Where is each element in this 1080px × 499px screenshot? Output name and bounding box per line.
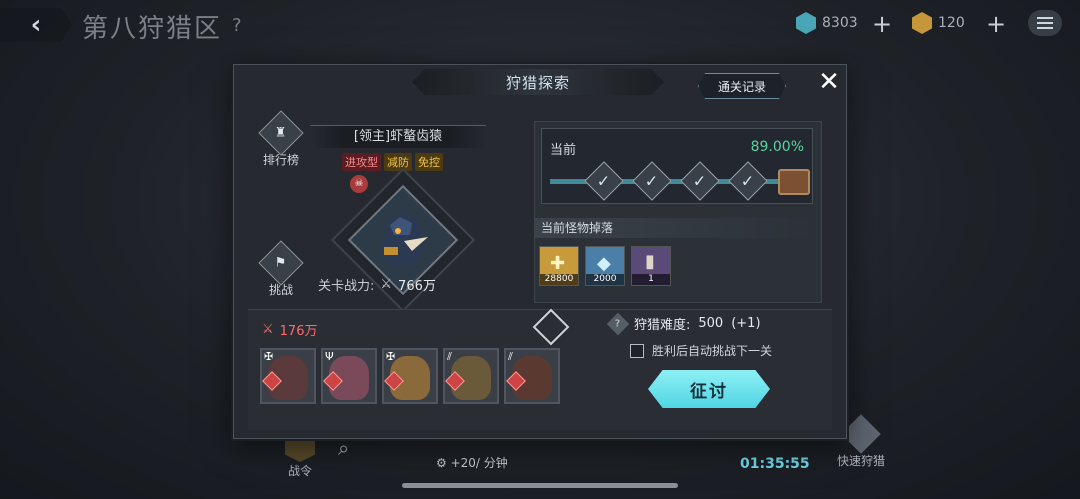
- flag-icon: ⚑: [275, 255, 287, 271]
- stage-power-label: 关卡战力:: [318, 279, 375, 294]
- bullet-icon: ▮: [645, 251, 655, 272]
- boss-portrait[interactable]: [370, 207, 432, 269]
- step-check-icon: ✓: [632, 161, 672, 201]
- drop-item-crystal[interactable]: ◆ 2000: [585, 246, 625, 286]
- progress-percent: 89.00%: [750, 139, 804, 155]
- auto-next-option[interactable]: 胜利后自动挑战下一关: [630, 342, 772, 359]
- team-member-slot[interactable]: ⫽: [504, 348, 560, 404]
- class-icon: ✠: [386, 350, 396, 363]
- hunt-explore-dialog: 狩猎探索 通关记录 ✕ ♜ 排行榜 ⚑ 挑战 [领主]虾螯齿猿 进攻型 减防 免…: [233, 64, 847, 439]
- blue-crystal-icon: ◆: [597, 253, 611, 274]
- boss-name: [领主]虾螯齿猿: [310, 125, 486, 148]
- ranking-button[interactable]: ♜ 排行榜: [258, 110, 304, 168]
- drop-quantity: 1: [632, 274, 670, 285]
- class-icon: ✠: [264, 350, 274, 363]
- help-icon[interactable]: ?: [232, 15, 242, 36]
- class-icon: ⫽: [447, 350, 452, 363]
- drop-item-gold[interactable]: ✚ 28800: [539, 246, 579, 286]
- crossed-swords-icon: ⚔: [380, 277, 393, 292]
- close-icon[interactable]: ✕: [814, 67, 844, 97]
- progress-box: 当前 89.00% ✓ ✓ ✓ ✓: [541, 128, 813, 204]
- class-icon: ⫽: [508, 350, 513, 363]
- team-members: ✠ Ψ ✠ ⫽ ⫽: [260, 348, 560, 404]
- gold-cross-icon: ✚: [550, 253, 566, 274]
- hunt-rate: ⚙ +20/ 分钟: [436, 456, 508, 470]
- home-indicator: [402, 483, 678, 488]
- tag-immune: 免控: [415, 153, 443, 171]
- challenge-button[interactable]: ⚑ 挑战: [258, 240, 304, 298]
- back-button[interactable]: ‹: [0, 8, 72, 42]
- team-member-slot[interactable]: ✠: [260, 348, 316, 404]
- drop-item-bullet[interactable]: ▮ 1: [631, 246, 671, 286]
- drops-list: ✚ 28800 ◆ 2000 ▮ 1: [539, 246, 671, 286]
- team-panel: ⚔ 176万 ✠ Ψ ✠ ⫽ ⫽ ? 狩猎难度: 500 (+1) 胜利后自动挑…: [248, 308, 832, 430]
- skull-icon: ☠: [350, 175, 368, 193]
- crossed-swords-icon: ⚔: [262, 322, 274, 337]
- step-check-icon: ✓: [584, 161, 624, 201]
- difficulty-value: 500: [698, 316, 724, 331]
- resource-crystal: 8303: [796, 10, 858, 36]
- menu-icon: [1037, 17, 1053, 19]
- difficulty-help-icon[interactable]: ?: [606, 312, 630, 335]
- quick-hunt-label: 快速狩猎: [836, 454, 885, 468]
- edit-team-icon[interactable]: [532, 308, 570, 346]
- dialog-title: 狩猎探索: [505, 73, 570, 92]
- difficulty-bonus: (+1): [731, 316, 761, 331]
- gear-icon: ⚙: [436, 456, 451, 470]
- quick-hunt-icon: [841, 414, 881, 454]
- drop-quantity: 2000: [586, 274, 624, 285]
- team-power-value: 176万: [279, 324, 318, 339]
- step-check-icon: ✓: [680, 161, 720, 201]
- team-power: ⚔ 176万: [262, 320, 317, 339]
- team-member-slot[interactable]: ⫽: [443, 348, 499, 404]
- drop-quantity: 28800: [540, 274, 578, 285]
- shield-coin-icon: [912, 12, 932, 34]
- attack-button[interactable]: 征讨: [648, 370, 770, 408]
- trophy-icon: ♜: [275, 125, 287, 141]
- crystal-icon: [796, 12, 816, 34]
- boss-tags: 进攻型 减防 免控: [342, 153, 443, 171]
- drops-header: 当前怪物掉落: [535, 218, 815, 238]
- resource-coin: 120: [912, 10, 965, 36]
- tag-def-down: 减防: [384, 153, 412, 171]
- stage-power-value: 766万: [398, 279, 436, 294]
- hunt-timer: 01:35:55: [740, 456, 810, 472]
- tag-attack: 进攻型: [342, 153, 381, 171]
- progress-panel: 当前 89.00% ✓ ✓ ✓ ✓ 当前怪物掉落 ✚ 28800 ◆ 2000 …: [534, 121, 822, 303]
- search-icon[interactable]: ⌕: [338, 436, 349, 460]
- coin-count: 120: [938, 15, 965, 31]
- team-member-slot[interactable]: Ψ: [321, 348, 377, 404]
- class-icon: Ψ: [325, 350, 334, 363]
- auto-next-checkbox[interactable]: [630, 343, 644, 358]
- boss-panel: ♜ 排行榜 ⚑ 挑战 [领主]虾螯齿猿 进攻型 减防 免控 ☠ 关卡战力: ⚔ …: [248, 107, 518, 313]
- stage-power: 关卡战力: ⚔ 766万: [318, 275, 436, 294]
- crystal-count: 8303: [822, 15, 858, 31]
- clear-record-button[interactable]: 通关记录: [698, 73, 786, 99]
- difficulty-row: ? 狩猎难度: 500 (+1): [606, 312, 761, 335]
- add-crystal-button[interactable]: +: [872, 10, 892, 38]
- dialog-title-bar: 狩猎探索: [412, 69, 664, 95]
- difficulty-label: 狩猎难度:: [634, 318, 691, 333]
- add-coin-button[interactable]: +: [986, 10, 1006, 38]
- team-member-slot[interactable]: ✠: [382, 348, 438, 404]
- auto-next-label: 胜利后自动挑战下一关: [652, 344, 773, 358]
- step-check-icon: ✓: [728, 161, 768, 201]
- menu-button[interactable]: [1028, 10, 1062, 36]
- zone-title: 第八狩猎区: [82, 14, 223, 44]
- back-arrow-icon: ‹: [30, 10, 42, 40]
- battle-pass-label: 战令: [287, 464, 312, 478]
- treasure-chest-icon[interactable]: [778, 169, 810, 195]
- progress-label: 当前: [550, 143, 577, 158]
- battle-pass-button[interactable]: 战令: [282, 432, 318, 479]
